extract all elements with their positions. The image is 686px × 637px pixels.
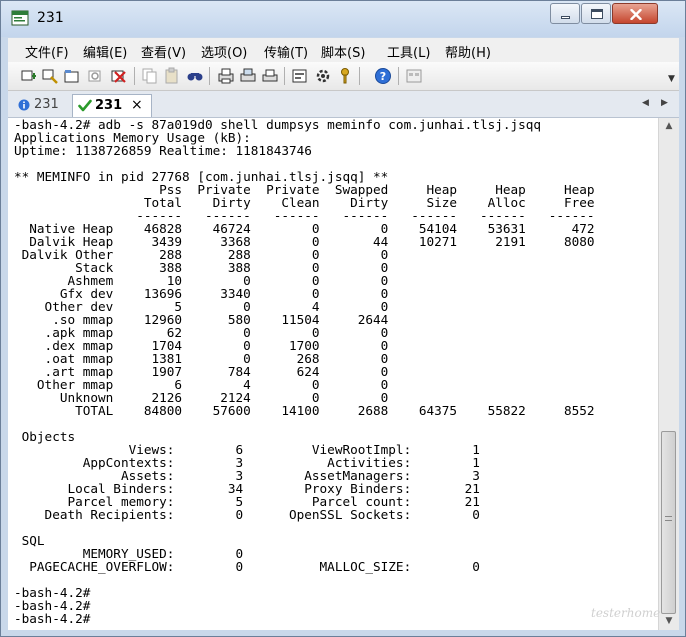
- close-icon: [630, 9, 642, 20]
- menu-edit[interactable]: 编辑(E): [83, 42, 127, 61]
- print-setup-icon[interactable]: [261, 67, 279, 85]
- tab-scroll-left-icon[interactable]: ◀: [642, 98, 649, 108]
- securecrt-app-icon: [11, 10, 29, 26]
- menu-bar: 文件(F) 编辑(E) 查看(V) 选项(O) 传输(T) 脚本(S) 工具(L…: [8, 38, 679, 62]
- scroll-down-icon[interactable]: ▼: [659, 613, 679, 630]
- paste-icon[interactable]: [163, 67, 181, 85]
- menu-help[interactable]: 帮助(H): [445, 42, 491, 61]
- quick-connect-icon[interactable]: [41, 67, 59, 85]
- scroll-up-icon[interactable]: ▲: [659, 118, 679, 135]
- session-options-icon[interactable]: [291, 67, 309, 85]
- toolbar-overflow-icon[interactable]: ▼: [668, 74, 675, 84]
- help-icon[interactable]: ?: [374, 67, 392, 85]
- title-bar[interactable]: 231: [1, 1, 685, 37]
- toolbar: ? ▼: [8, 62, 679, 91]
- maximize-icon: [591, 9, 603, 19]
- scrollbar-thumb[interactable]: [661, 431, 676, 614]
- toolbar-separator: [209, 67, 210, 85]
- thumb-grip-icon: [665, 516, 672, 521]
- terminal-window: 231 文件(F) 编辑(E) 查看(V) 选项(O) 传输(T) 脚本(S) …: [0, 0, 686, 637]
- minimize-icon: [561, 16, 570, 19]
- tab-close-icon[interactable]: ×: [131, 97, 143, 113]
- terminal-output[interactable]: -bash-4.2# adb -s 87a019d0 shell dumpsys…: [8, 118, 658, 630]
- tab-231-inactive[interactable]: 231: [14, 94, 70, 117]
- toolbar-separator: [284, 67, 285, 85]
- toolbar-separator: [359, 67, 360, 85]
- tab-label: 231: [34, 97, 59, 112]
- tab-231-active[interactable]: 231 ×: [72, 94, 152, 117]
- terminal-text: -bash-4.2# adb -s 87a019d0 shell dumpsys…: [14, 118, 595, 626]
- menu-transfer[interactable]: 传输(T): [264, 42, 308, 61]
- svg-text:?: ?: [380, 70, 386, 83]
- keymap-icon[interactable]: [405, 67, 423, 85]
- connected-check-icon: [78, 99, 92, 112]
- find-icon[interactable]: [186, 67, 204, 85]
- minimize-button[interactable]: [550, 3, 580, 24]
- tab-label: 231: [95, 98, 123, 113]
- toolbar-separator: [134, 67, 135, 85]
- menu-tools[interactable]: 工具(L): [387, 42, 430, 61]
- copy-icon[interactable]: [141, 67, 159, 85]
- info-icon: [18, 99, 30, 111]
- watermark: testerhome: [591, 606, 661, 620]
- maximize-button[interactable]: [581, 3, 611, 24]
- key-icon[interactable]: [336, 67, 354, 85]
- global-options-icon[interactable]: [314, 67, 332, 85]
- connect-icon[interactable]: [20, 67, 38, 85]
- menu-script[interactable]: 脚本(S): [321, 42, 365, 61]
- print-selection-icon[interactable]: [239, 67, 257, 85]
- menu-options[interactable]: 选项(O): [201, 42, 247, 61]
- window-title: 231: [37, 10, 64, 26]
- reconnect-icon[interactable]: [86, 67, 104, 85]
- session-tab-bar: 231 231 × ◀ ▶: [8, 91, 679, 118]
- menu-view[interactable]: 查看(V): [141, 42, 186, 61]
- close-window-button[interactable]: [612, 3, 658, 24]
- vertical-scrollbar[interactable]: ▲ ▼: [658, 118, 679, 630]
- tab-scroll-right-icon[interactable]: ▶: [661, 98, 668, 108]
- menu-file[interactable]: 文件(F): [25, 42, 69, 61]
- toolbar-separator: [398, 67, 399, 85]
- print-icon[interactable]: [217, 67, 235, 85]
- disconnect-icon[interactable]: [110, 67, 128, 85]
- connect-in-tab-icon[interactable]: [63, 67, 81, 85]
